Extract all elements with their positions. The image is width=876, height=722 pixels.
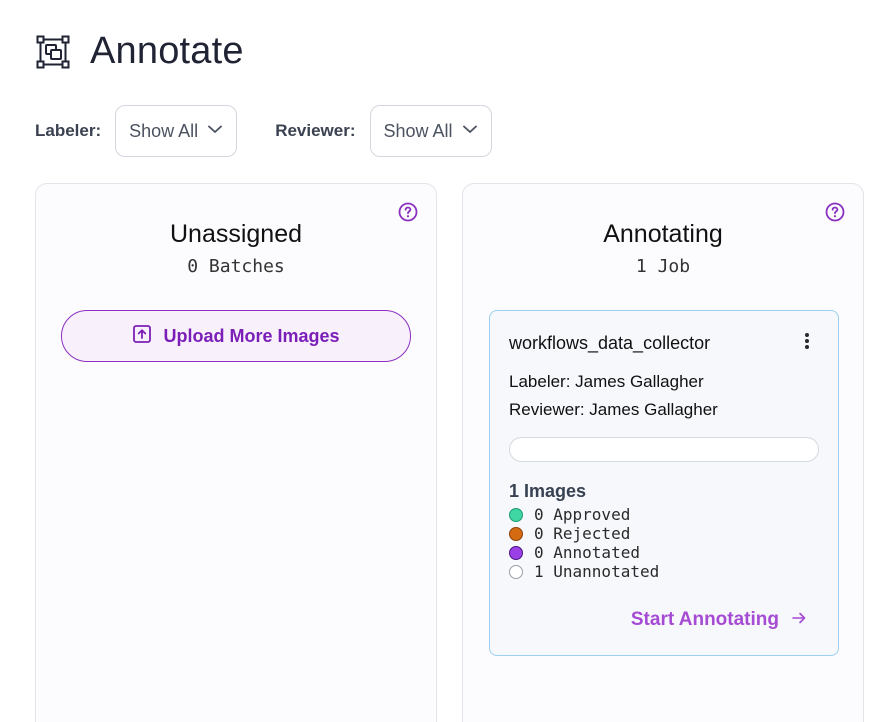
job-reviewer: Reviewer: James Gallagher	[509, 400, 718, 419]
stat-unannotated: 1 Unannotated	[509, 562, 659, 581]
labeler-filter-select[interactable]: Show All	[115, 105, 238, 157]
help-icon[interactable]	[398, 202, 418, 222]
rejected-dot-icon	[509, 526, 523, 541]
approved-dot-icon	[509, 507, 523, 522]
annotated-count: 0 Annotated	[534, 543, 640, 562]
job-labeler: Labeler: James Gallagher	[509, 372, 704, 391]
unannotated-count: 1 Unannotated	[534, 562, 660, 581]
chevron-down-icon	[461, 120, 479, 143]
column-title: Annotating	[603, 220, 723, 248]
annotate-icon	[36, 35, 70, 69]
more-options-icon[interactable]	[802, 331, 812, 351]
start-annotating-button[interactable]: Start Annotating	[631, 609, 807, 631]
unannotated-dot-icon	[509, 564, 523, 579]
rejected-count: 0 Rejected	[534, 524, 631, 543]
approved-count: 0 Approved	[534, 505, 631, 524]
job-name: workflows_data_collector	[509, 333, 711, 353]
job-card[interactable]: workflows_data_collector Labeler: James …	[489, 310, 839, 656]
annotating-column: Annotating 1 Job workflows_data_collecto…	[462, 183, 864, 722]
help-icon[interactable]	[825, 202, 845, 222]
stat-approved: 0 Approved	[509, 505, 659, 524]
upload-button-label: Upload More Images	[163, 325, 340, 346]
filter-bar: Labeler: Show All Reviewer: Show All	[35, 105, 492, 157]
page-title: Annotate	[90, 30, 244, 72]
column-title: Unassigned	[169, 220, 303, 248]
arrow-right-icon	[791, 610, 807, 631]
reviewer-filter-value: Show All	[383, 120, 453, 141]
job-count: 1 Job	[635, 256, 691, 277]
unassigned-column: Unassigned 0 Batches Upload More Images	[35, 183, 437, 722]
stat-annotated: 0 Annotated	[509, 543, 659, 562]
upload-icon	[132, 324, 152, 349]
labeler-filter-value: Show All	[129, 120, 199, 141]
images-count: 1 Images	[509, 481, 587, 501]
batch-count: 0 Batches	[187, 256, 285, 277]
upload-more-images-button[interactable]: Upload More Images	[61, 310, 411, 362]
page-header: Annotate	[36, 30, 244, 73]
job-progress-bar	[509, 437, 819, 462]
stat-rejected: 0 Rejected	[509, 524, 659, 543]
reviewer-filter-select[interactable]: Show All	[369, 105, 492, 157]
job-stats: 0 Approved 0 Rejected 0 Annotated 1 Unan…	[509, 505, 659, 581]
annotated-dot-icon	[509, 545, 523, 560]
reviewer-filter-label: Reviewer:	[275, 121, 356, 140]
chevron-down-icon	[206, 120, 224, 143]
start-annotating-label: Start Annotating	[630, 609, 779, 630]
labeler-filter-label: Labeler:	[35, 121, 102, 140]
